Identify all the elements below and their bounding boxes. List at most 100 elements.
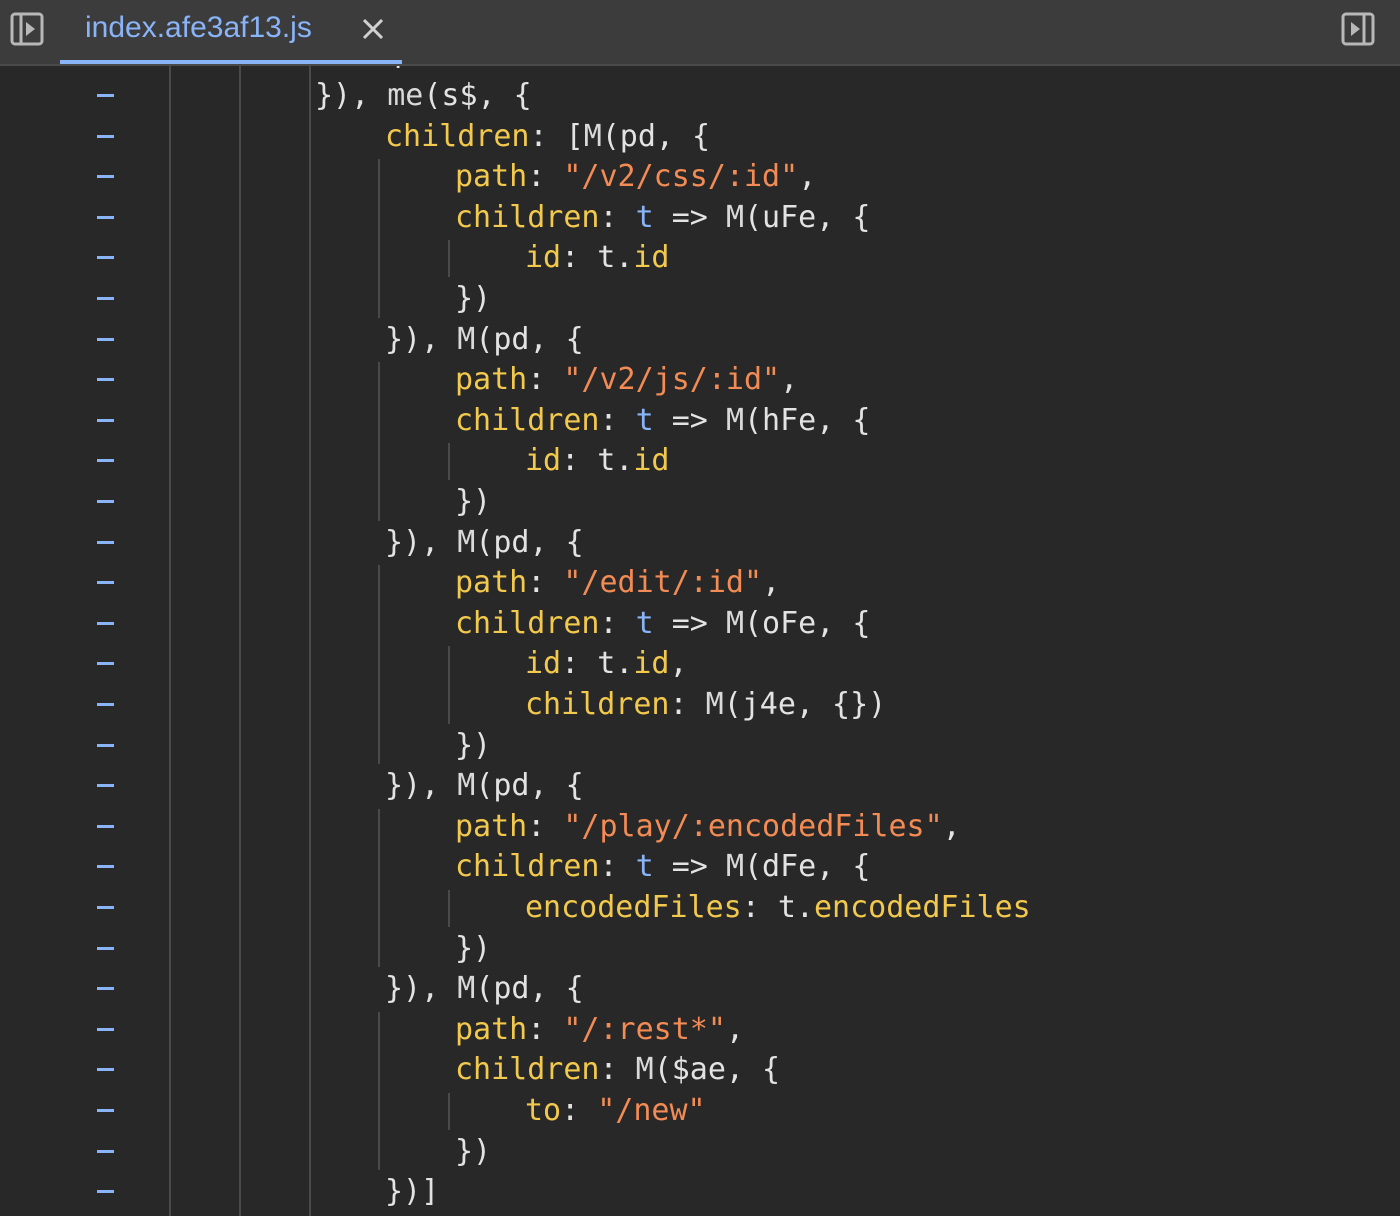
gutter-marker[interactable] [97,378,114,382]
gutter-marker[interactable] [97,94,114,97]
code-token: M [725,605,744,641]
code-line: }), M(pd, { [385,523,584,563]
gutter-marker[interactable] [97,215,114,219]
gutter-marker[interactable] [97,459,114,463]
code-token: }), [385,768,458,804]
code-line: }), M(pd, { [385,969,584,1009]
code-editor[interactable]: [. }), me(s$, {children: [M(pd, {path: "… [0,66,1400,1216]
code-token: }) [455,484,492,519]
code-token: "/play/:encodedFiles" [563,808,943,844]
sidebar-left-icon[interactable] [10,12,44,46]
code-token: : t. [741,890,814,925]
code-token: (j4e, {}) [723,687,887,722]
indent-guide [378,159,380,318]
code-token: id [525,443,562,479]
code-token: => [653,605,726,641]
code-line: path: "/v2/css/:id", [455,157,816,197]
code-token: (uFe, { [744,199,871,235]
code-token: : [527,1011,564,1047]
gutter-marker[interactable] [97,946,114,950]
code-line: }), M(pd, { [385,320,584,360]
code-token: M [457,321,476,357]
tab-file[interactable]: index.afe3af13.js [60,0,402,64]
code-token: M [725,199,744,235]
gutter-marker[interactable] [97,784,114,788]
tab-bar: index.afe3af13.js [0,0,1400,66]
code-token: path [455,808,528,844]
code-token: M [725,402,744,438]
code-token: encodedFiles [814,890,1031,925]
sidebar-right-icon[interactable] [1341,12,1375,46]
code-token: , [762,565,781,601]
gutter-marker[interactable] [97,581,114,585]
gutter-marker[interactable] [97,1109,114,1112]
code-line: path: "/play/:encodedFiles", [455,807,961,847]
code-token: : [527,808,564,844]
gutter-marker[interactable] [97,256,114,260]
code-token: }), [315,78,388,113]
code-token: , [798,159,817,195]
gutter-marker[interactable] [97,743,114,747]
indent-guide [378,362,380,521]
code-token: to [525,1093,562,1128]
code-token: => [653,199,726,235]
gutter-marker[interactable] [97,540,114,544]
code-token: t [635,402,654,438]
gutter-marker[interactable] [97,500,114,503]
code-line: }) [455,279,491,319]
code-token: id [633,646,670,682]
code-token: => [653,402,726,438]
code-line: children: M($ae, { [455,1050,780,1090]
code-line: children: t => M(uFe, { [455,198,870,238]
gutter-marker[interactable] [97,824,114,828]
gutter-marker[interactable] [97,1190,114,1194]
code-token: children [455,199,600,235]
gutter-marker[interactable] [97,987,114,991]
code-token: : [599,402,636,438]
code-token: : t. [561,443,634,479]
gutter-marker[interactable] [97,703,114,706]
partial-code-line: [. [390,66,410,68]
code-token: : [599,1052,636,1088]
code-token: : [561,1093,598,1128]
code-token: }) [455,930,492,966]
code-line: }) [455,726,491,766]
code-token: : [669,687,706,722]
indent-guide [378,808,380,968]
gutter-marker[interactable] [97,662,114,666]
gutter-marker[interactable] [97,134,114,138]
gutter-marker[interactable] [97,865,114,869]
code-line: id: t.id [525,238,670,278]
gutter-marker[interactable] [97,1027,114,1031]
gutter-marker[interactable] [97,621,114,625]
code-line: children: t => M(dFe, { [455,847,870,887]
code-token: id [633,240,670,276]
code-line: children: M(j4e, {}) [525,685,886,725]
code-line: })] [385,1172,439,1212]
code-token: children [455,849,600,885]
code-token: : [599,199,636,235]
code-line: }), M(pd, { [385,766,584,806]
code-token: children [455,605,600,641]
code-token: path [455,362,528,398]
code-token: (dFe, { [744,849,871,885]
code-token: (pd, { [475,524,584,560]
code-token: t [635,199,654,235]
code-token: }) [455,1133,492,1169]
code-token: M [457,524,476,560]
code-token: : [527,565,564,601]
code-token: }), [385,524,458,560]
gutter-marker[interactable] [97,1149,114,1153]
indent-guide [378,1011,380,1171]
gutter-marker[interactable] [97,337,114,341]
gutter-marker[interactable] [97,1068,114,1072]
indent-guide [169,66,171,1216]
code-token: path [455,1011,528,1047]
gutter-marker[interactable] [97,175,114,179]
code-token: (pd, { [475,768,584,804]
gutter-marker[interactable] [97,906,114,909]
gutter-marker[interactable] [97,297,114,300]
close-icon[interactable] [360,16,386,42]
code-line: }) [455,929,491,969]
gutter-marker[interactable] [97,418,114,422]
